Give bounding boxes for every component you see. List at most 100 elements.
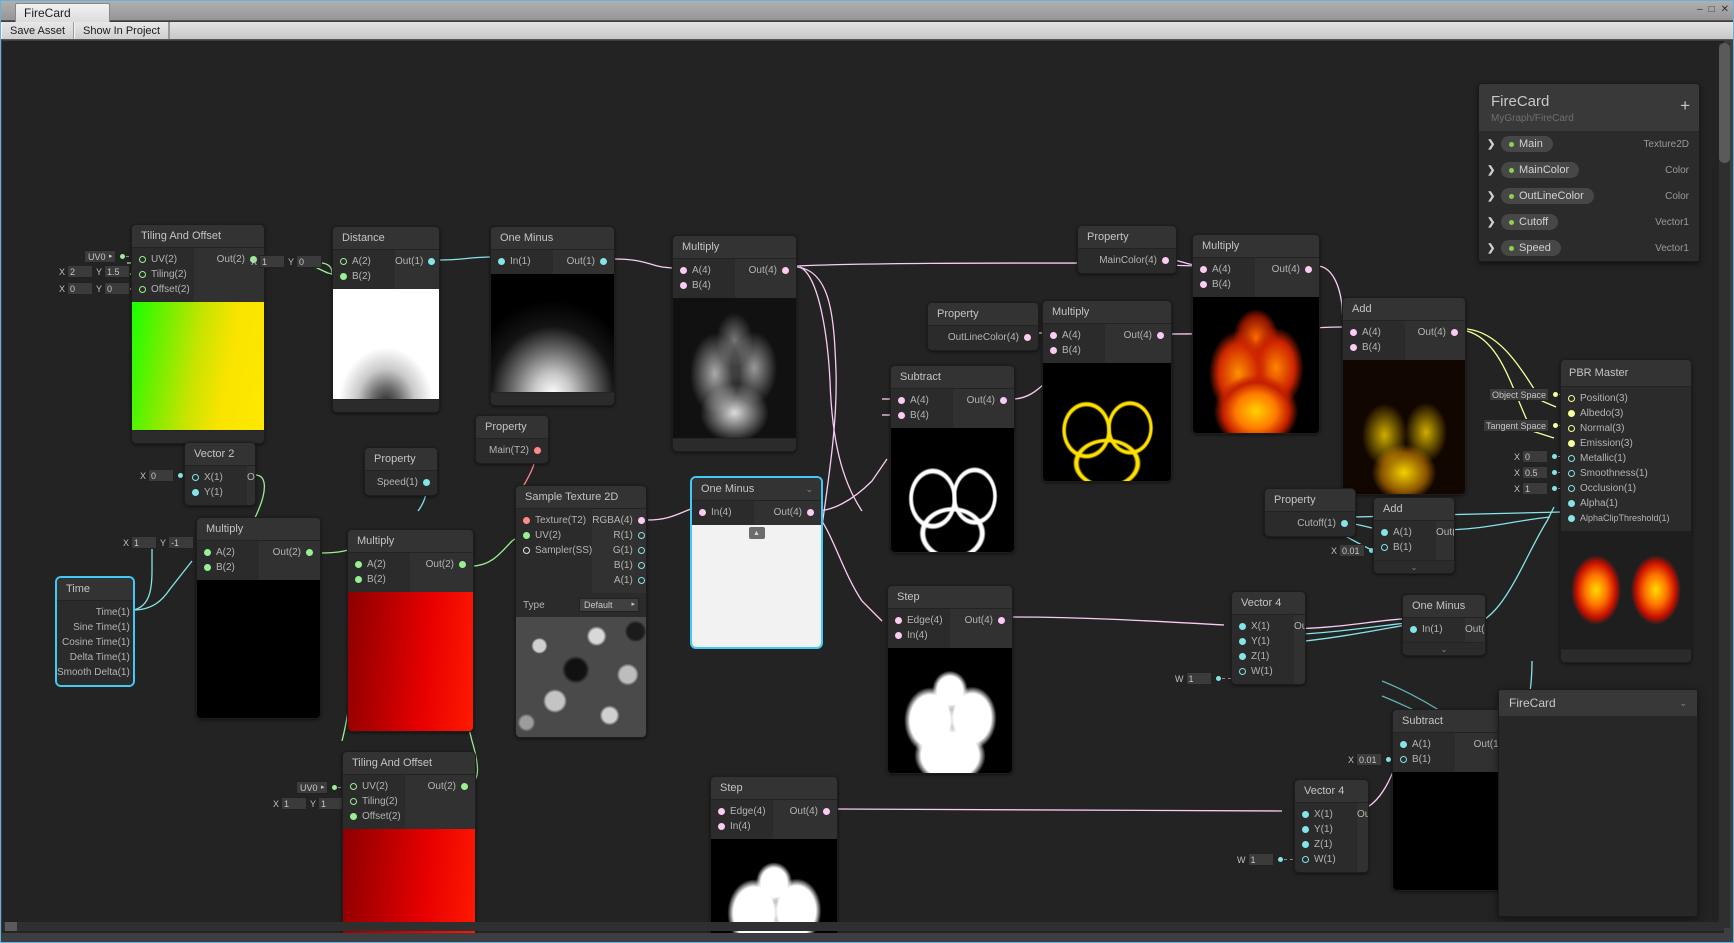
node-tiling-and-offset-bottom[interactable]: Tiling And Offset UV(2) Tiling(2) Offset… bbox=[342, 751, 476, 933]
port-out[interactable]: Out(4) bbox=[1255, 262, 1319, 277]
port-out[interactable]: Out(4) bbox=[1357, 807, 1368, 822]
port-texture[interactable]: Texture(T2) bbox=[516, 513, 592, 528]
port-cutoff[interactable]: Cutoff(1) bbox=[1265, 516, 1355, 531]
port-a[interactable]: A(2) bbox=[333, 254, 395, 269]
port-a[interactable]: A(2) bbox=[197, 545, 259, 560]
uv-channel-dropdown[interactable]: UV0 bbox=[84, 250, 116, 263]
port-x[interactable]: X(1) bbox=[185, 470, 247, 485]
save-asset-button[interactable]: Save Asset bbox=[1, 22, 75, 39]
tangent-space-field[interactable]: Tangent Space bbox=[1483, 419, 1550, 432]
add-x-field[interactable]: 0.01 bbox=[1339, 544, 1366, 557]
port-r[interactable]: R(1) bbox=[592, 528, 646, 543]
port-b[interactable]: B(1) bbox=[1393, 752, 1455, 767]
port-b[interactable]: B(2) bbox=[197, 560, 259, 575]
port-tiling[interactable]: Tiling(2) bbox=[132, 267, 194, 282]
node-property-cutoff[interactable]: Property Cutoff(1) bbox=[1264, 488, 1356, 537]
distance-y-field[interactable]: 0 bbox=[296, 255, 323, 268]
node-multiply-left[interactable]: Multiply A(2) B(2) Out(2) bbox=[196, 517, 321, 719]
port-y[interactable]: Y(1) bbox=[1295, 822, 1357, 837]
node-property-main[interactable]: Property Main(T2) bbox=[475, 415, 549, 464]
port-g[interactable]: G(1) bbox=[592, 543, 646, 558]
vector4-top-w-widget[interactable]: W 1 bbox=[1172, 672, 1232, 685]
node-one-minus-mid[interactable]: One Minus ⌄ In(4) Out(4) ▲ bbox=[691, 477, 822, 648]
port-out[interactable]: Out(2) bbox=[410, 557, 473, 572]
blackboard-property-pill[interactable]: Speed bbox=[1501, 240, 1561, 256]
window-tab-firecard[interactable]: FireCard bbox=[15, 3, 110, 22]
offset-y-field[interactable]: 0 bbox=[104, 282, 131, 295]
port-out[interactable]: Out(4) bbox=[754, 505, 821, 520]
node-property-speed[interactable]: Property Speed(1) bbox=[364, 447, 438, 496]
mul-x-field[interactable]: 1 bbox=[131, 536, 158, 549]
port-x[interactable]: X(1) bbox=[1232, 619, 1294, 634]
object-space-field[interactable]: Object Space bbox=[1489, 388, 1550, 401]
node-step-bottom[interactable]: Step Edge(4) In(4) Out(4) bbox=[710, 776, 838, 933]
smoothness-field[interactable]: 0.5 bbox=[1522, 466, 1549, 479]
tiling-x-field[interactable]: 1 bbox=[281, 797, 308, 810]
chevron-down-icon[interactable]: ⌄ bbox=[1679, 698, 1687, 709]
node-add-color[interactable]: Add A(4) B(4) Out(4) bbox=[1342, 297, 1466, 495]
maximize-icon[interactable]: □ bbox=[1709, 4, 1715, 16]
port-in[interactable]: In(1) bbox=[491, 254, 553, 269]
occlusion-field[interactable]: 1 bbox=[1522, 482, 1549, 495]
port-out[interactable]: Out(4) bbox=[773, 804, 837, 819]
port-z[interactable]: Z(1) bbox=[1232, 649, 1294, 664]
port-a[interactable]: A(4) bbox=[1343, 325, 1405, 340]
master-preview-panel[interactable]: FireCard ⌄ bbox=[1498, 689, 1698, 917]
port-alpha[interactable]: Alpha(1) bbox=[1561, 496, 1691, 511]
port-b[interactable]: B(4) bbox=[673, 278, 735, 293]
port-b[interactable]: B(4) bbox=[1193, 277, 1255, 292]
chevron-right-icon[interactable]: ❯ bbox=[1487, 139, 1495, 150]
port-a[interactable]: A(1) bbox=[592, 573, 646, 588]
port-b[interactable]: B(1) bbox=[592, 558, 646, 573]
node-property-outlinecolor[interactable]: Property OutLineColor(4) bbox=[927, 302, 1039, 351]
port-metallic[interactable]: Metallic(1) bbox=[1561, 451, 1691, 466]
port-time[interactable]: Time(1) bbox=[57, 605, 133, 620]
chevron-right-icon[interactable]: ❯ bbox=[1487, 217, 1495, 228]
pbr-normal-widget[interactable]: Tangent Space bbox=[1483, 419, 1569, 432]
node-collapse[interactable] bbox=[673, 438, 796, 451]
port-in[interactable]: In(4) bbox=[711, 819, 773, 834]
horizontal-scrollbar[interactable] bbox=[3, 922, 1724, 931]
port-out[interactable]: Out(1) bbox=[395, 254, 439, 269]
v4-w-field[interactable]: 1 bbox=[1247, 853, 1274, 866]
port-a[interactable]: A(4) bbox=[1043, 328, 1105, 343]
port-out[interactable]: Out(1) bbox=[1465, 622, 1485, 637]
port-in[interactable]: In(4) bbox=[888, 628, 950, 643]
minimize-icon[interactable]: – bbox=[1697, 4, 1703, 16]
node-distance[interactable]: Distance A(2) B(2) Out(1) bbox=[332, 226, 440, 413]
port-b[interactable]: B(4) bbox=[1043, 343, 1105, 358]
port-speed[interactable]: Speed(1) bbox=[365, 475, 437, 490]
node-subtract-mid[interactable]: Subtract A(4) B(4) Out(4) bbox=[890, 365, 1015, 553]
port-out[interactable]: Out(4) bbox=[1405, 325, 1465, 340]
mul-y-field[interactable]: -1 bbox=[168, 536, 195, 549]
port-out[interactable]: Out(4) bbox=[735, 263, 796, 278]
port-a[interactable]: A(4) bbox=[891, 393, 953, 408]
port-edge[interactable]: Edge(4) bbox=[711, 804, 773, 819]
port-b[interactable]: B(4) bbox=[1343, 340, 1405, 355]
node-vector4-bottom[interactable]: Vector 4 X(1) Y(1) Z(1) W(1) Out(4) bbox=[1294, 779, 1369, 873]
port-a[interactable]: A(4) bbox=[1193, 262, 1255, 277]
chevron-right-icon[interactable]: ❯ bbox=[1487, 191, 1495, 202]
blackboard-property-row[interactable]: ❯ OutLineColor Color bbox=[1479, 183, 1699, 209]
port-offset[interactable]: Offset(2) bbox=[343, 809, 405, 824]
graph-canvas[interactable]: UV0 X 2 Y 1.5 X 0 Y 0 Tiling And Offset … bbox=[2, 41, 1724, 933]
port-b[interactable]: B(2) bbox=[348, 572, 410, 587]
port-a[interactable]: A(1) bbox=[1374, 525, 1436, 540]
node-property-maincolor[interactable]: Property MainColor(4) bbox=[1077, 225, 1177, 274]
add-property-button[interactable]: + bbox=[1680, 97, 1690, 114]
type-dropdown[interactable]: Default bbox=[579, 598, 639, 612]
port-w[interactable]: W(1) bbox=[1232, 664, 1294, 679]
vector4-bottom-w-widget[interactable]: W 1 bbox=[1234, 853, 1294, 866]
port-out[interactable]: Out(4) bbox=[953, 393, 1014, 408]
node-vector4-top[interactable]: Vector 4 X(1) Y(1) Z(1) W(1) Out(4) bbox=[1231, 591, 1306, 685]
port-albedo[interactable]: Albedo(3) bbox=[1561, 406, 1691, 421]
port-emission[interactable]: Emission(3) bbox=[1561, 436, 1691, 451]
port-a[interactable]: A(4) bbox=[673, 263, 735, 278]
node-time[interactable]: Time Time(1) Sine Time(1) Cosine Time(1)… bbox=[56, 577, 134, 686]
distance-b-widget[interactable]: X 1 Y 0 bbox=[248, 255, 323, 268]
port-x[interactable]: X(1) bbox=[1295, 807, 1357, 822]
port-a[interactable]: A(2) bbox=[348, 557, 410, 572]
close-icon[interactable]: ✕ bbox=[1721, 4, 1729, 16]
node-collapse[interactable] bbox=[491, 392, 614, 405]
port-out[interactable]: Out(4) bbox=[1105, 328, 1171, 343]
